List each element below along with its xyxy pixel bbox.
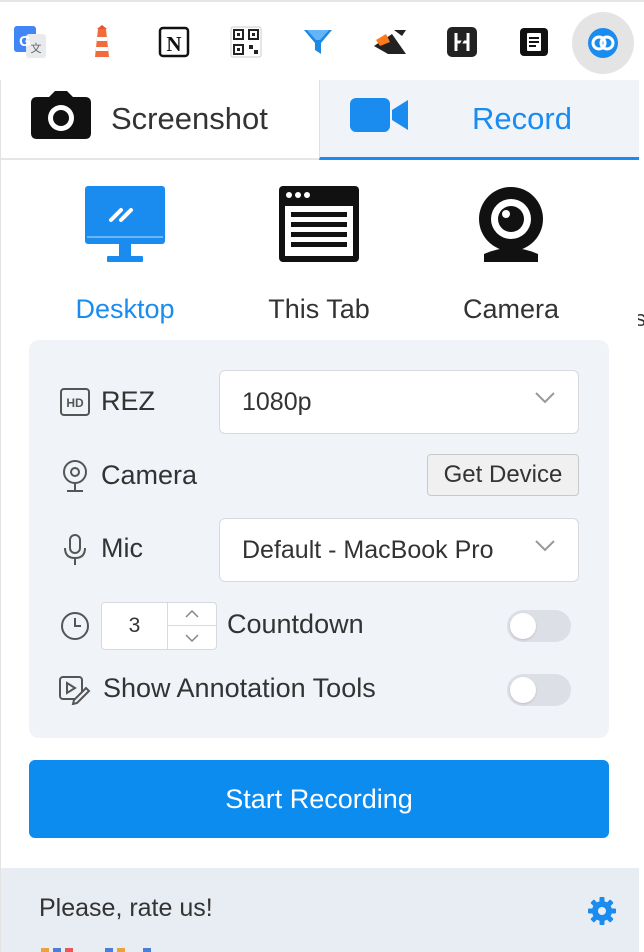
annotation-icon xyxy=(59,674,91,706)
gear-icon[interactable] xyxy=(587,896,617,931)
annotation-label: Show Annotation Tools xyxy=(103,673,376,703)
chevron-down-icon xyxy=(535,540,555,552)
camera-icon xyxy=(31,91,91,147)
rate-us-link[interactable]: Please, rate us! xyxy=(39,894,213,923)
mode-camera-label: Camera xyxy=(462,294,560,324)
camera-label: Camera xyxy=(101,460,198,490)
chevron-down-icon xyxy=(185,633,199,642)
notion-icon[interactable]: N xyxy=(148,16,200,68)
resolution-value: 1080p xyxy=(242,387,312,416)
browser-window-icon xyxy=(279,186,359,262)
svg-text:HD: HD xyxy=(66,396,84,410)
svg-text:文: 文 xyxy=(31,41,42,55)
annotation-toggle[interactable] xyxy=(507,674,571,706)
hashnode-icon[interactable] xyxy=(436,16,488,68)
toggle-knob xyxy=(510,677,536,703)
countdown-stepper[interactable]: 3 xyxy=(101,602,217,650)
rez-label: REZ xyxy=(101,386,155,416)
recorder-popup: Screenshot Record Desktop This Tab Camer… xyxy=(0,80,639,952)
tab-record-label: Record xyxy=(472,100,572,136)
increment-button[interactable] xyxy=(168,603,216,626)
clock-icon xyxy=(59,610,91,642)
extensions-toolbar: G 文 N xyxy=(0,0,644,80)
webcam-small-icon xyxy=(59,460,91,492)
mode-desktop-label: Desktop xyxy=(75,294,175,324)
start-recording-button[interactable]: Start Recording xyxy=(29,760,609,838)
video-capture-icon[interactable] xyxy=(364,16,416,68)
qr-code-icon[interactable] xyxy=(220,16,272,68)
toggle-knob xyxy=(510,613,536,639)
chevron-up-icon xyxy=(185,610,199,618)
tab-screenshot[interactable]: Screenshot xyxy=(1,80,319,160)
countdown-input[interactable]: 3 xyxy=(102,603,168,649)
underlying-page-fragment xyxy=(41,948,151,952)
hd-icon: HD xyxy=(59,386,91,418)
video-camera-icon xyxy=(350,97,410,140)
svg-text:G: G xyxy=(19,33,31,50)
funnel-icon[interactable] xyxy=(292,16,344,68)
microphone-icon xyxy=(59,534,91,566)
mode-this-tab-label: This Tab xyxy=(268,294,370,324)
mode-tabs: Screenshot Record xyxy=(1,80,639,160)
lighthouse-icon[interactable] xyxy=(76,16,128,68)
microphone-select[interactable]: Default - MacBook Pro xyxy=(219,518,579,582)
countdown-label: Countdown xyxy=(227,609,364,639)
microphone-value: Default - MacBook Pro xyxy=(242,535,494,564)
svg-text:N: N xyxy=(166,32,181,56)
screen-recorder-extension-icon[interactable] xyxy=(572,12,634,74)
tab-screenshot-label: Screenshot xyxy=(111,101,268,136)
google-translate-icon[interactable]: G 文 xyxy=(4,16,56,68)
mode-desktop[interactable]: Desktop xyxy=(35,186,215,325)
get-device-button[interactable]: Get Device xyxy=(427,454,579,496)
recording-settings-panel: HD REZ 1080p Camera Get Device Mic Defau… xyxy=(29,340,609,738)
mode-this-tab[interactable]: This Tab xyxy=(229,186,409,325)
countdown-toggle[interactable] xyxy=(507,610,571,642)
tab-record[interactable]: Record xyxy=(319,80,639,160)
mic-label: Mic xyxy=(101,533,143,563)
resolution-select[interactable]: 1080p xyxy=(219,370,579,434)
webcam-icon xyxy=(479,187,543,262)
chevron-down-icon xyxy=(535,392,555,404)
desktop-monitor-icon xyxy=(85,186,165,262)
capture-source-options: Desktop This Tab Camera xyxy=(1,160,639,330)
footer: Please, rate us! xyxy=(1,868,639,952)
mode-camera[interactable]: Camera xyxy=(421,186,601,325)
note-icon[interactable] xyxy=(508,16,560,68)
decrement-button[interactable] xyxy=(168,626,216,649)
